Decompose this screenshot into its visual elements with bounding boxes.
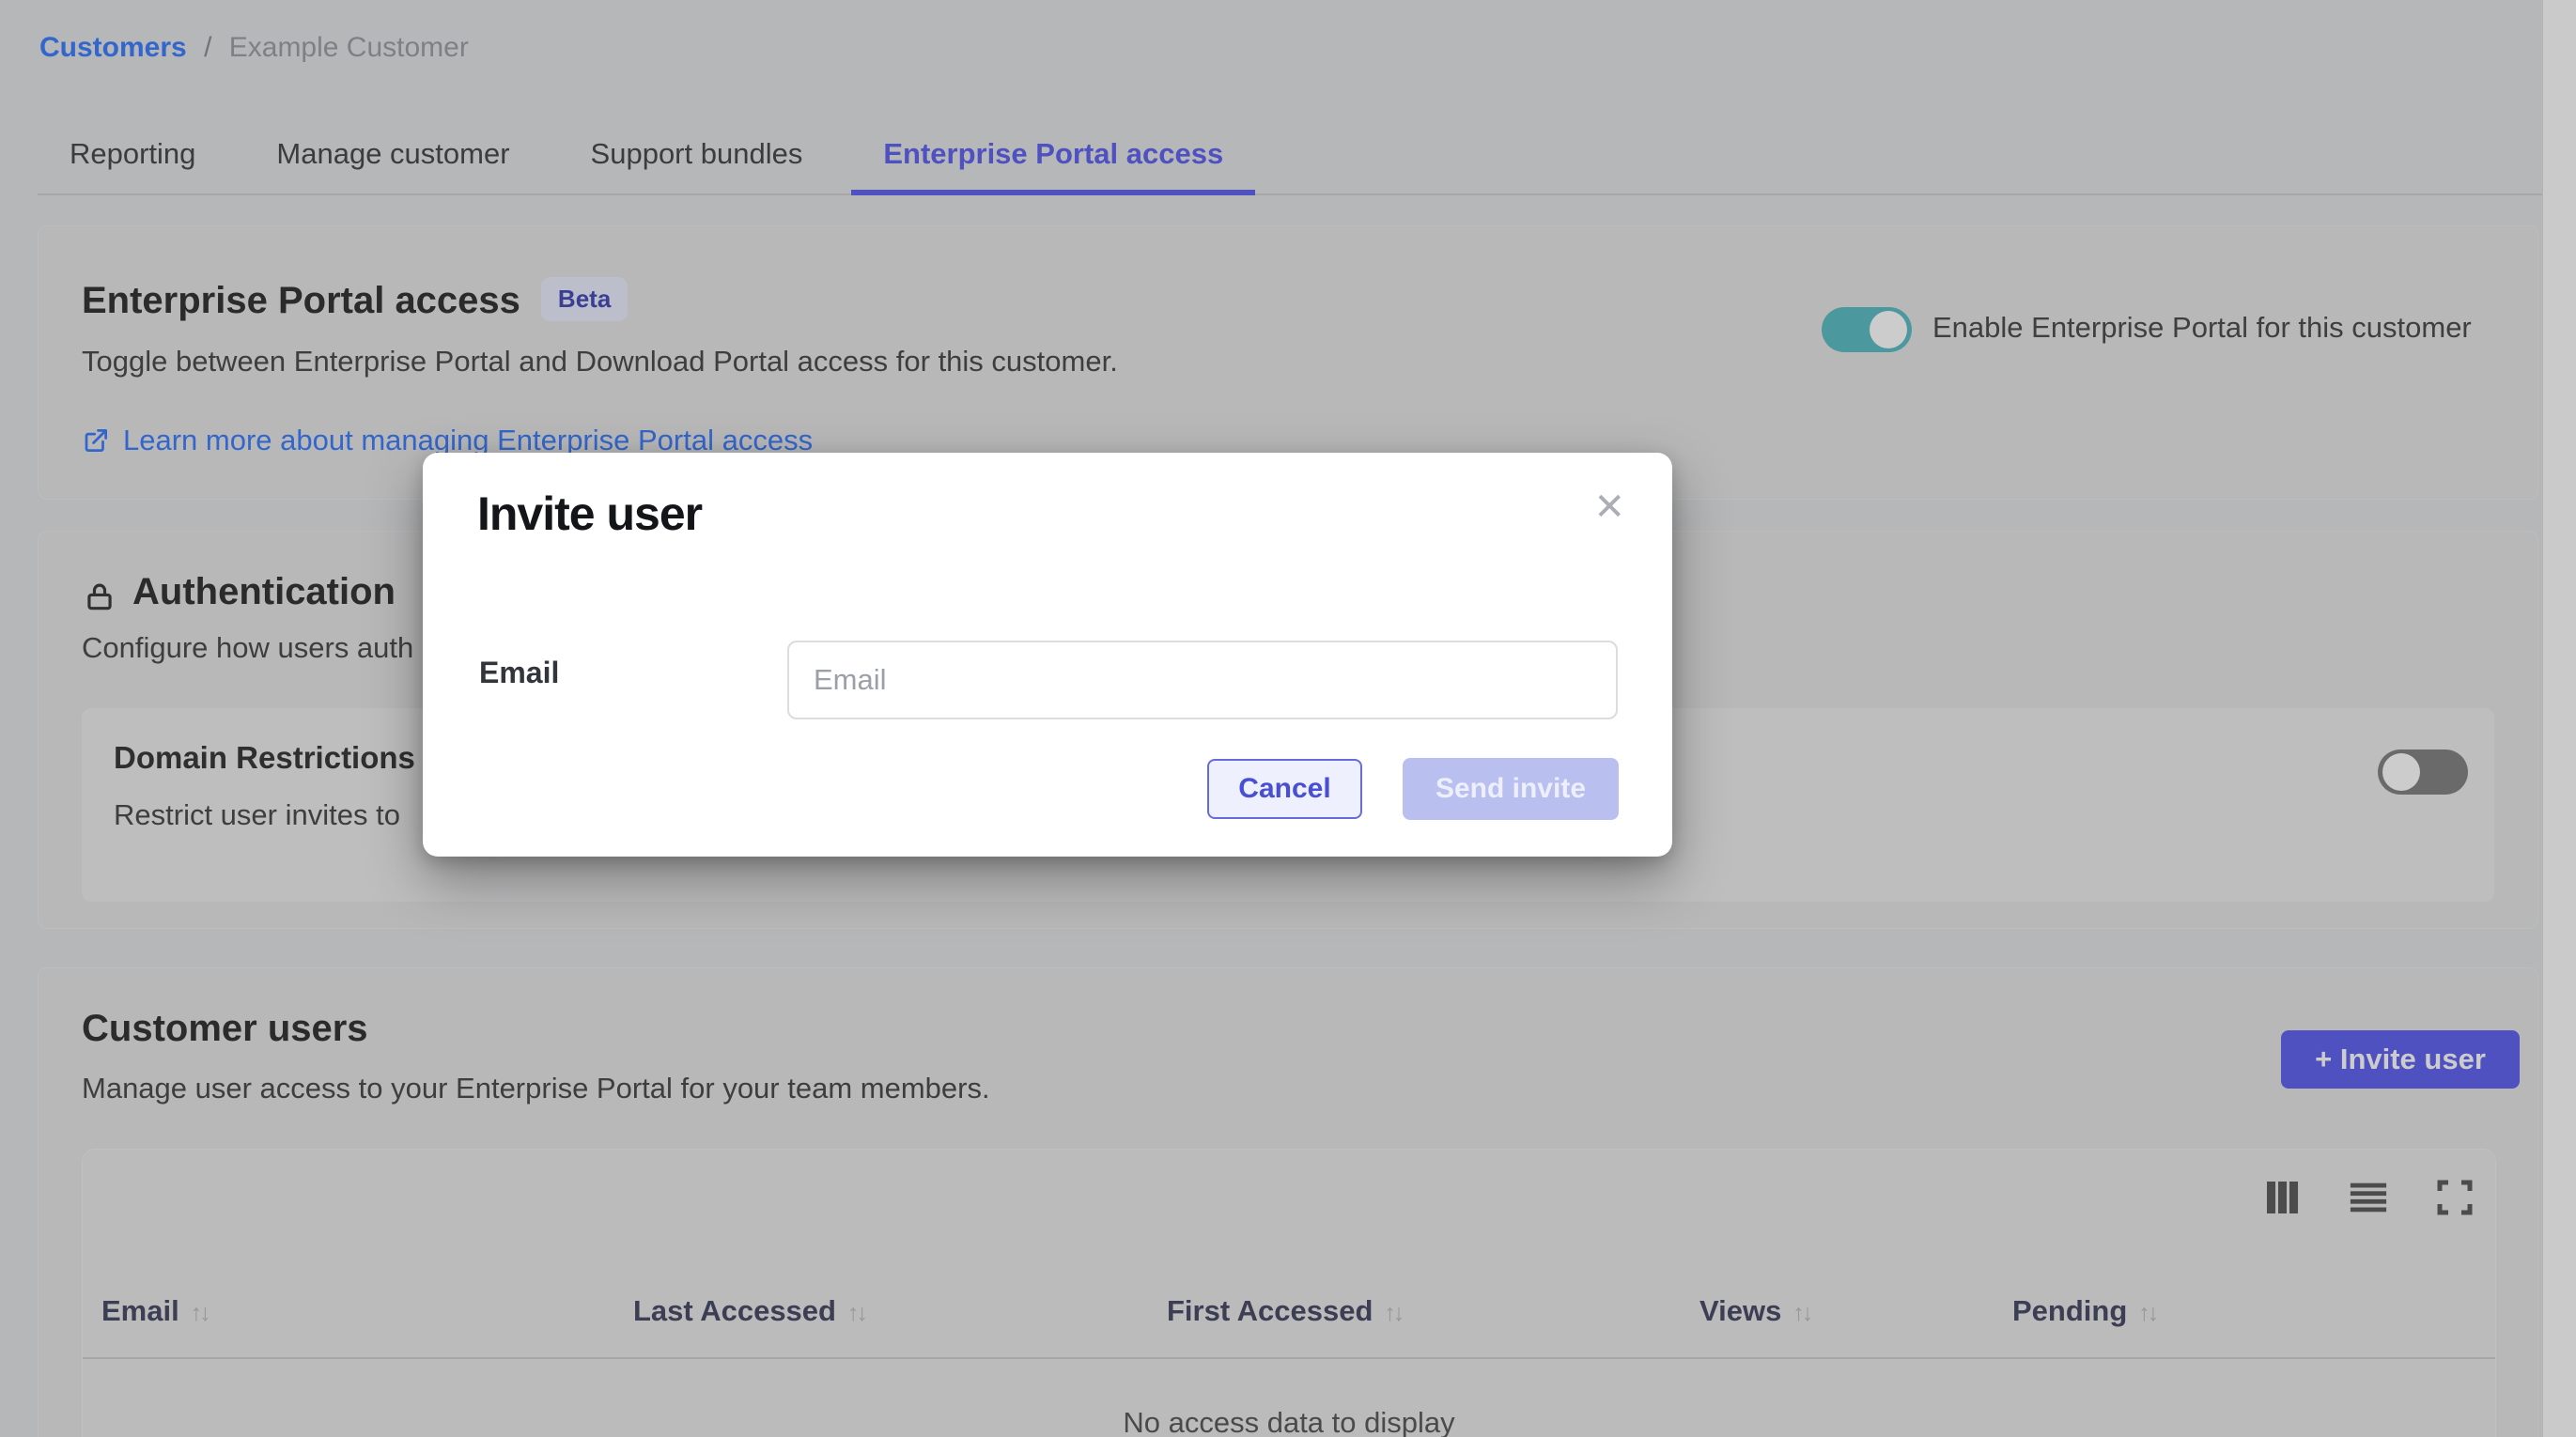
cancel-button[interactable]: Cancel [1207, 759, 1362, 819]
email-field-label: Email [479, 656, 559, 690]
close-x-icon[interactable]: ✕ [1593, 488, 1625, 526]
email-input[interactable] [787, 641, 1618, 719]
modal-title: Invite user [477, 487, 702, 541]
send-invite-button[interactable]: Send invite [1403, 758, 1619, 820]
invite-user-modal: Invite user ✕ Email Cancel Send invite [423, 453, 1672, 857]
